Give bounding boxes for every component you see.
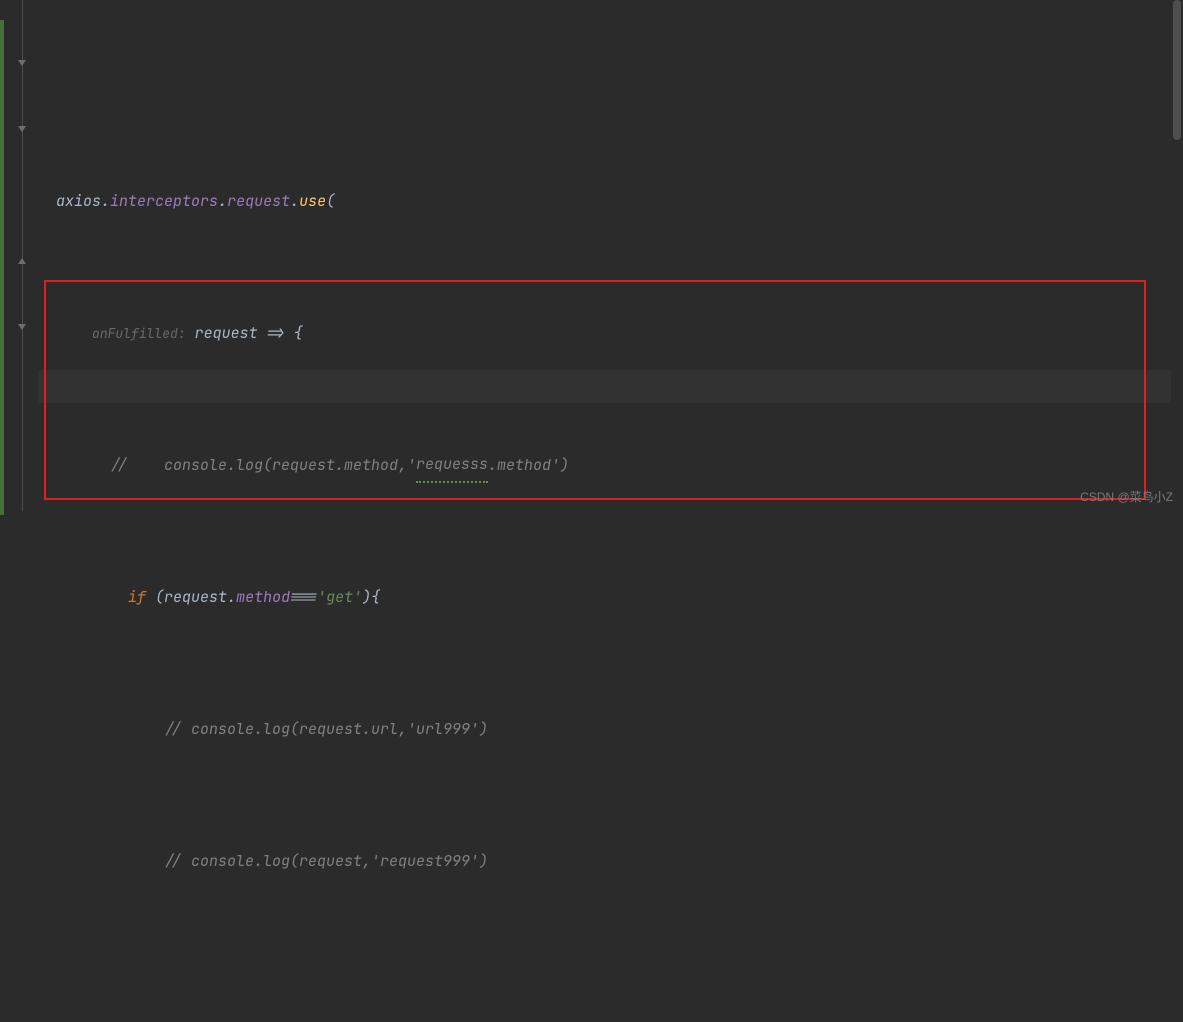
code-line[interactable]: // console.log(request.method,'requesss.… xyxy=(38,449,1183,482)
inlay-hint: onFulfilled: xyxy=(92,317,186,350)
code-line[interactable]: if (request.method==='get'){ xyxy=(38,581,1183,614)
code-line[interactable]: axios.interceptors.request.use( xyxy=(38,185,1183,218)
code-line[interactable] xyxy=(38,977,1183,1010)
token-property: request xyxy=(227,185,290,218)
code-line[interactable]: // console.log(request,'request999') xyxy=(38,845,1183,878)
token-punct: => { xyxy=(258,317,303,350)
token-comment: // console.log(request,'request999') xyxy=(164,845,488,878)
scrollbar-thumb[interactable] xyxy=(1173,0,1181,140)
vertical-scrollbar[interactable] xyxy=(1171,0,1183,511)
gutter xyxy=(0,0,38,511)
token-comment: requesss xyxy=(416,448,488,483)
watermark: CSDN @菜鸟小Z xyxy=(1080,488,1173,505)
token-comment: // console.log(request.method,' xyxy=(110,449,416,482)
fold-toggle-icon[interactable] xyxy=(16,123,28,135)
token-keyword: if xyxy=(128,581,155,614)
token-comment: .method') xyxy=(488,449,569,482)
current-line-highlight xyxy=(38,370,1183,403)
code-editor[interactable]: axios.interceptors.request.use( onFulfil… xyxy=(0,0,1183,511)
token-method: use xyxy=(299,185,326,218)
code-line[interactable]: // console.log(request.url,'url999') xyxy=(38,713,1183,746)
token-param: request xyxy=(195,317,258,350)
token-identifier: axios xyxy=(56,185,101,218)
fold-toggle-icon[interactable] xyxy=(16,255,28,267)
token-punct: ( xyxy=(326,185,335,218)
token-property: method xyxy=(236,581,290,614)
fold-toggle-icon[interactable] xyxy=(16,57,28,69)
fold-toggle-icon[interactable] xyxy=(16,321,28,333)
token-property: interceptors xyxy=(110,185,218,218)
vcs-change-marker xyxy=(0,20,4,515)
code-line[interactable]: onFulfilled: request => { xyxy=(38,317,1183,350)
token-comment: // console.log(request.url,'url999') xyxy=(164,713,488,746)
code-area[interactable]: axios.interceptors.request.use( onFulfil… xyxy=(38,0,1183,511)
token-string: 'get' xyxy=(317,581,362,614)
